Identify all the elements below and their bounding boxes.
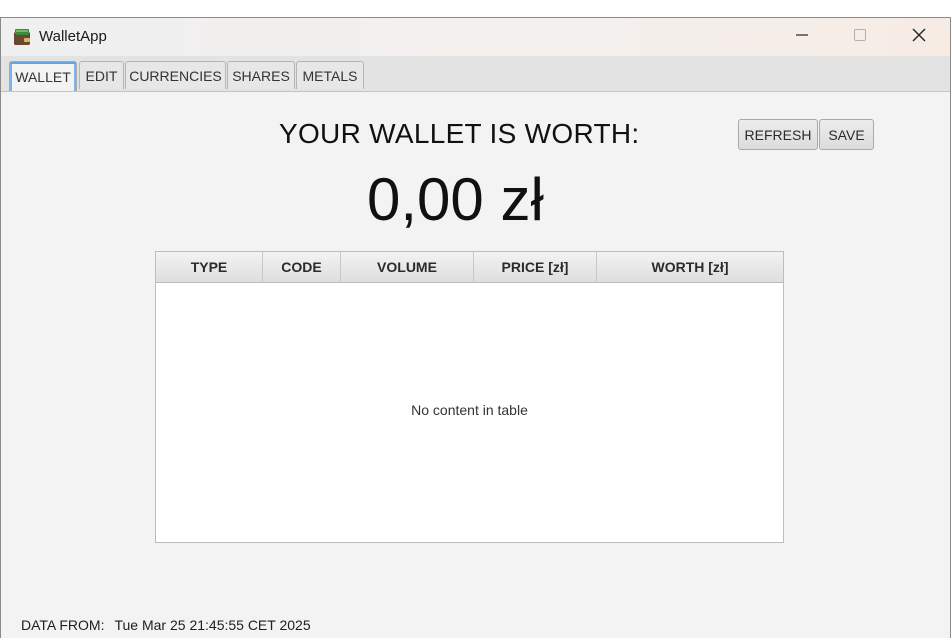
tab-edit[interactable]: EDIT: [79, 61, 124, 89]
refresh-button[interactable]: REFRESH: [738, 119, 818, 150]
app-window: WalletApp WALLET EDIT CURRENCIES SHARES …: [0, 17, 951, 638]
tab-wallet[interactable]: WALLET: [9, 61, 77, 91]
window-title: WalletApp: [39, 28, 107, 45]
save-button[interactable]: SAVE: [819, 119, 874, 150]
maximize-icon: [853, 28, 867, 47]
tab-currencies[interactable]: CURRENCIES: [125, 61, 226, 89]
column-header-worth[interactable]: WORTH [zł]: [597, 252, 783, 282]
tab-shares[interactable]: SHARES: [227, 61, 295, 89]
column-header-price[interactable]: PRICE [zł]: [474, 252, 597, 282]
close-button[interactable]: [890, 18, 948, 56]
table-empty-placeholder: No content in table: [411, 402, 528, 418]
close-icon: [911, 27, 927, 48]
maximize-button[interactable]: [831, 18, 889, 56]
data-timestamp: Tue Mar 25 21:45:55 CET 2025: [114, 617, 311, 633]
data-source-footer: DATA FROM: Tue Mar 25 21:45:55 CET 2025: [21, 617, 311, 633]
wallet-app-icon: [13, 28, 31, 46]
tab-bar: WALLET EDIT CURRENCIES SHARES METALS: [1, 56, 950, 92]
wallet-total-amount: 0,00 zł: [367, 166, 544, 233]
tab-metals[interactable]: METALS: [296, 61, 364, 89]
wallet-table[interactable]: TYPE CODE VOLUME PRICE [zł] WORTH [zł] N…: [155, 251, 784, 543]
table-header: TYPE CODE VOLUME PRICE [zł] WORTH [zł]: [156, 252, 783, 283]
title-bar[interactable]: WalletApp: [1, 18, 950, 56]
column-header-volume[interactable]: VOLUME: [341, 252, 474, 282]
minimize-button[interactable]: [773, 18, 831, 56]
column-header-code[interactable]: CODE: [263, 252, 341, 282]
minimize-icon: [795, 28, 809, 47]
column-header-type[interactable]: TYPE: [156, 252, 263, 282]
wallet-heading: YOUR WALLET IS WORTH:: [279, 118, 640, 149]
data-from-label: DATA FROM:: [21, 617, 105, 633]
